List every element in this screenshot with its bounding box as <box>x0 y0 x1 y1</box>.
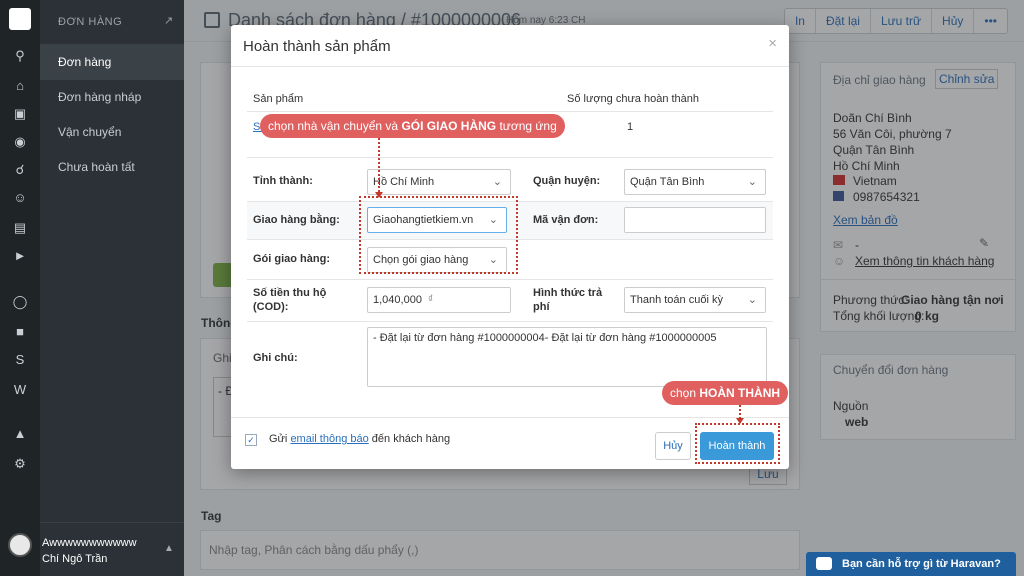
package-label: Gói giao hàng: <box>253 253 330 265</box>
chat-icon[interactable]: ■ <box>12 324 28 340</box>
user-profile[interactable]: Awwwwwwwwwww Chí Ngô Trần ▲ <box>8 522 184 576</box>
icon-bar: ⚲ ⌂ ▣ ◉ ☌ ☺ ▤ ► ◯ ■ S W ▲ ⚙ <box>0 0 40 576</box>
haravan-logo[interactable] <box>9 8 31 30</box>
annotation-carrier: chọn nhà vận chuyển và GÓI GIAO HÀNG tươ… <box>260 114 565 138</box>
sidebar-item-draft-orders[interactable]: Đơn hàng nháp <box>40 79 184 115</box>
annotation-line <box>739 405 741 419</box>
external-link-icon[interactable]: ↗ <box>164 14 173 27</box>
tracking-input[interactable] <box>624 207 766 233</box>
cod-label: Số tiền thu hộ <box>253 287 327 299</box>
annotation-complete: chọn HOÀN THÀNH <box>662 381 789 405</box>
note-textarea[interactable]: - Đặt lại từ đơn hàng #1000000004- Đặt l… <box>367 327 767 387</box>
annotation-line <box>378 138 380 192</box>
cart-icon[interactable]: ☌ <box>12 162 28 178</box>
apps-icon[interactable]: ▲ <box>12 426 28 442</box>
tag-icon[interactable]: ◉ <box>12 134 28 150</box>
product-qty: 1 <box>627 121 634 133</box>
chart-icon[interactable]: ▤ <box>12 220 28 236</box>
help-chat-button[interactable]: Bạn cần hỗ trợ gì từ Haravan? <box>806 552 1016 576</box>
col-qty: Số lượng chưa hoàn thành <box>567 93 700 105</box>
modal-title: Hoàn thành sản phẩm <box>243 38 391 55</box>
send-email-checkbox[interactable]: ✓ <box>245 434 257 446</box>
avatar <box>8 533 32 557</box>
province-label: Tỉnh thành: <box>253 175 313 187</box>
annotation-highlight-complete <box>695 423 780 464</box>
carrier-label: Giao hàng bằng: <box>253 214 340 226</box>
tracking-label: Mã vận đơn: <box>533 214 599 226</box>
sidebar-item-shipping[interactable]: Vận chuyển <box>40 114 184 150</box>
users-icon[interactable]: ☺ <box>12 190 28 206</box>
district-select[interactable]: Quận Tân Bình ⌄ <box>624 169 766 195</box>
chevron-down-icon: ⌄ <box>747 294 757 306</box>
note-label: Ghi chú: <box>253 352 298 364</box>
cancel-button[interactable]: Hủy <box>655 432 691 460</box>
annotation-highlight-carrier <box>359 196 518 274</box>
chevron-up-icon[interactable]: ▲ <box>164 543 174 554</box>
currency-unit: ₫ <box>428 294 434 305</box>
chevron-down-icon: ⌄ <box>492 176 502 188</box>
gear-icon[interactable]: ⚙ <box>12 456 28 472</box>
w-icon[interactable]: W <box>12 382 28 398</box>
chevron-down-icon: ⌄ <box>747 176 757 188</box>
email-notification-link[interactable]: email thông báo <box>290 433 368 445</box>
sidebar-section-title: ĐƠN HÀNG <box>58 16 123 28</box>
sidebar-item-orders[interactable]: Đơn hàng <box>40 44 184 80</box>
sidebar-menu: ĐƠN HÀNG ↗ Đơn hàng Đơn hàng nháp Vận ch… <box>8 0 184 576</box>
user-name: Awwwwwwwwwww <box>42 537 137 549</box>
user-fullname: Chí Ngô Trần <box>42 553 108 565</box>
district-label: Quận huyện: <box>533 175 601 187</box>
col-product: Sản phẩm <box>253 93 304 105</box>
megaphone-icon[interactable]: ► <box>12 248 28 264</box>
search-icon[interactable]: ⚲ <box>12 48 28 64</box>
cod-label: (COD): <box>253 301 289 313</box>
home-icon[interactable]: ⌂ <box>12 78 28 94</box>
payment-label: Hình thức trả <box>533 287 603 299</box>
payment-label: phí <box>533 301 550 313</box>
close-icon[interactable]: × <box>768 35 777 52</box>
cod-input[interactable]: 1,040,000 ₫ <box>367 287 511 313</box>
send-email-text: Gửi email thông báo đến khách hàng <box>269 433 451 445</box>
s-icon[interactable]: S <box>12 352 28 368</box>
globe-icon[interactable]: ◯ <box>12 294 28 310</box>
payment-select[interactable]: Thanh toán cuối kỳ ⌄ <box>624 287 766 313</box>
province-select[interactable]: Hồ Chí Minh ⌄ <box>367 169 511 195</box>
sidebar-item-incomplete[interactable]: Chưa hoàn tất <box>40 149 184 185</box>
inbox-icon[interactable]: ▣ <box>12 106 28 122</box>
chat-bubble-icon <box>816 557 832 570</box>
